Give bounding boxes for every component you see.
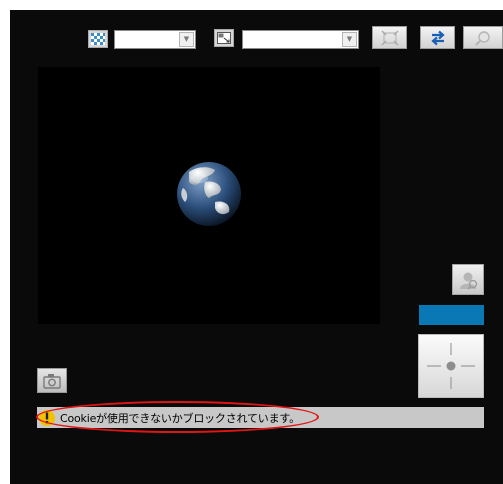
swap-arrows-icon (430, 30, 445, 45)
chevron-down-icon[interactable]: ▼ (342, 32, 357, 47)
resize-window-icon[interactable] (214, 29, 234, 47)
snapshot-button[interactable] (37, 368, 67, 393)
level-bar[interactable] (419, 305, 484, 325)
video-display[interactable] (38, 67, 380, 324)
quality-select[interactable]: ▼ (114, 30, 196, 49)
checkerboard-quality-icon[interactable] (88, 30, 108, 48)
zoom-button[interactable] (463, 26, 503, 49)
camera-icon (43, 373, 61, 389)
ptz-control-pad[interactable] (418, 334, 484, 398)
camera-viewer-window: ▼ ▼ Cookieが使用できないかブロックされています。 (10, 10, 503, 484)
crosshair-joystick-icon (427, 343, 475, 389)
fullscreen-button[interactable] (372, 26, 407, 49)
highlight-annotation (36, 401, 319, 433)
size-select[interactable]: ▼ (242, 30, 359, 49)
fullscreen-icon (381, 30, 398, 45)
chevron-down-icon[interactable]: ▼ (179, 32, 194, 47)
globe-icon (177, 162, 241, 226)
swap-button[interactable] (420, 26, 455, 49)
magnifier-icon (475, 30, 490, 46)
person-button[interactable] (452, 264, 484, 295)
person-icon (460, 272, 478, 290)
